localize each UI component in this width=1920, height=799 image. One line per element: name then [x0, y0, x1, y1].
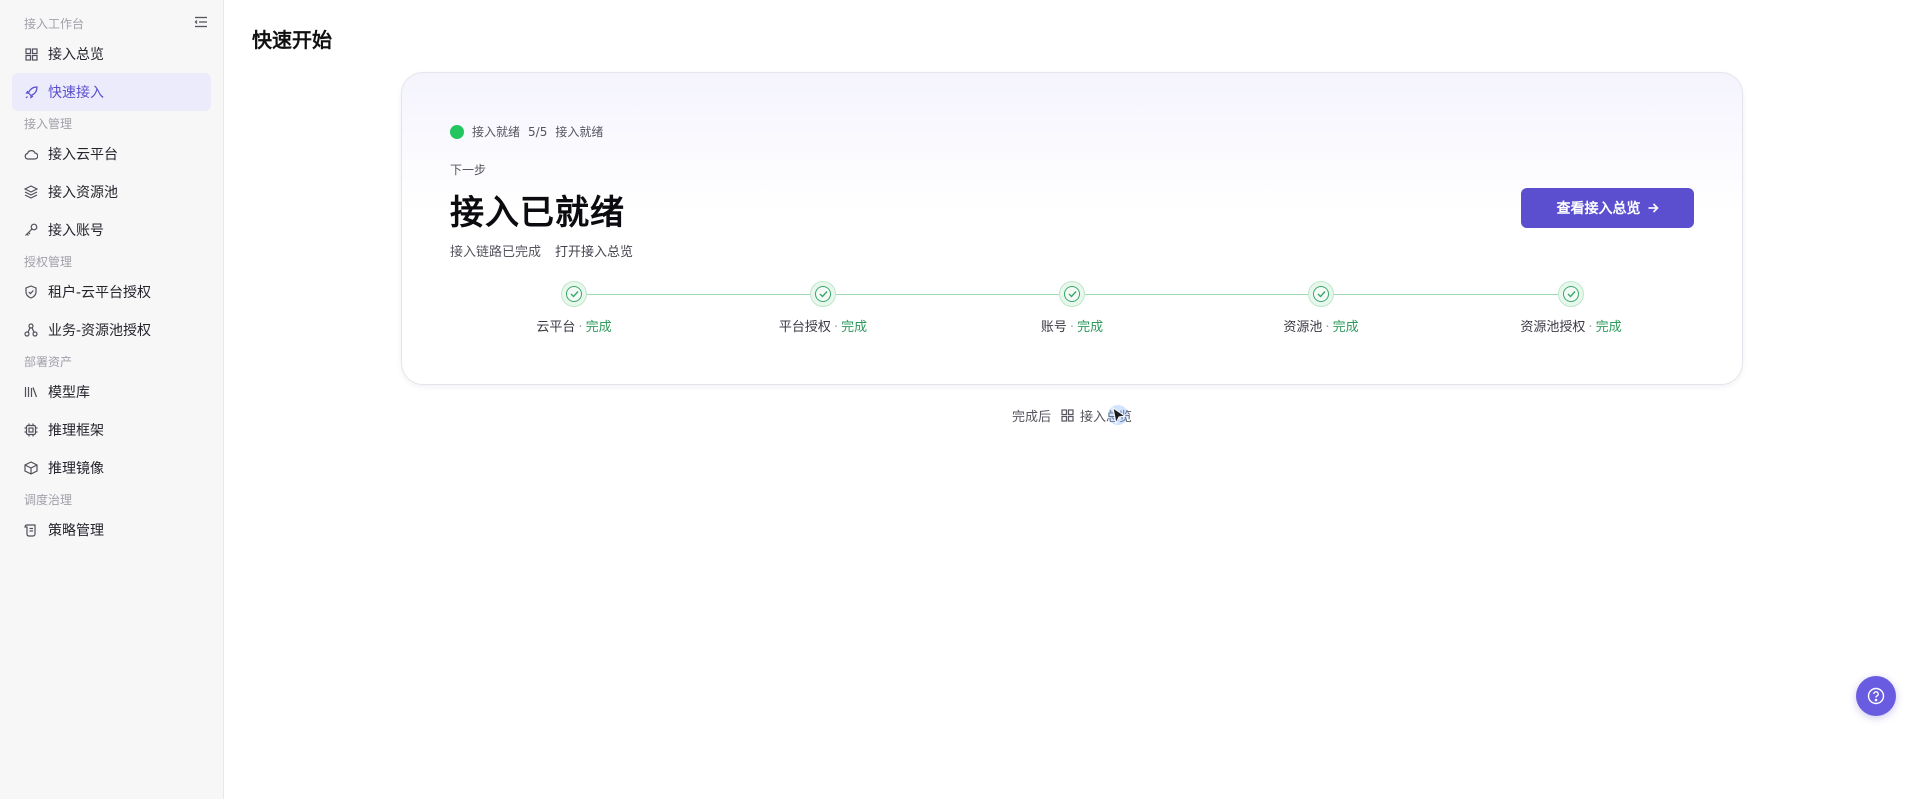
check-icon [1567, 291, 1576, 298]
sidebar-item-quick-access[interactable]: 快速接入 [12, 73, 211, 111]
sidebar-item-account[interactable]: 接入账号 [12, 211, 211, 249]
sidebar-item-model-library[interactable]: 模型库 [12, 373, 211, 411]
step-check [1558, 281, 1584, 307]
step-name: 资源池授权 [1520, 320, 1586, 335]
step-name: 账号 [1040, 320, 1067, 335]
main-content: 快速开始 接入就绪 5/5 接入就绪 下一步 接入已就绪 接入链路已完成 打开接… [224, 0, 1920, 799]
sidebar-item-label: 业务-资源池授权 [48, 323, 152, 339]
step-label: 平台授权 · 完成 [778, 320, 868, 335]
sidebar-item-cloud-platform[interactable]: 接入云平台 [12, 135, 211, 173]
sidebar-item-label: 推理框架 [48, 423, 104, 439]
rocket-icon [24, 85, 38, 99]
open-overview-link[interactable]: 打开接入总览 [555, 241, 633, 260]
shield-icon [24, 285, 38, 299]
step-status: 完成 [1077, 320, 1104, 335]
sidebar-item-tenant-cloud-auth[interactable]: 租户-云平台授权 [12, 273, 211, 311]
step-label: 资源池 · 完成 [1283, 320, 1359, 335]
status-dot [450, 124, 464, 139]
next-step-label: 下一步 [450, 163, 487, 177]
view-overview-button[interactable]: 查看接入总览 [1521, 188, 1694, 228]
status-count: 5/5 [528, 124, 548, 139]
app-root: 接入工作台 接入总览 快速接入 接入管理 接入云平台 接入资源池 接入账号 授权… [0, 0, 1920, 799]
check-icon [1317, 291, 1326, 298]
help-button[interactable] [1856, 676, 1896, 716]
mouse-cursor-icon [1108, 405, 1128, 425]
question-icon [1867, 687, 1885, 705]
grid-icon [24, 47, 38, 61]
step-status: 完成 [841, 320, 868, 335]
sidebar-group-label: 授权管理 [24, 255, 73, 269]
sidebar-item-resource-pool[interactable]: 接入资源池 [12, 173, 211, 211]
sidebar-group-label: 接入工作台 [24, 17, 85, 31]
sidebar-item-overview[interactable]: 接入总览 [12, 35, 211, 73]
step-check [561, 281, 587, 307]
status-text: 接入就绪 [472, 125, 521, 139]
sidebar: 接入工作台 接入总览 快速接入 接入管理 接入云平台 接入资源池 接入账号 授权… [0, 0, 224, 799]
library-icon [24, 385, 38, 399]
step-status: 完成 [1595, 320, 1622, 335]
chip-icon [24, 423, 38, 437]
step-label: 云平台 · 完成 [536, 320, 612, 335]
sidebar-item-label: 快速接入 [48, 85, 104, 101]
sidebar-item-inference-framework[interactable]: 推理框架 [12, 411, 211, 449]
page-title: 快速开始 [252, 28, 332, 52]
step-resource-pool-auth: 资源池授权 · 完成 [1471, 281, 1671, 335]
step-name: 云平台 [536, 320, 576, 335]
sidebar-item-label: 接入云平台 [48, 147, 118, 163]
arrow-right-icon [1648, 203, 1659, 213]
sidebar-item-business-pool-auth[interactable]: 业务-资源池授权 [12, 311, 211, 349]
step-resource-pool: 资源池 · 完成 [1221, 281, 1421, 335]
readiness-card: 接入就绪 5/5 接入就绪 下一步 接入已就绪 接入链路已完成 打开接入总览 查… [401, 72, 1743, 385]
step-status: 完成 [585, 320, 612, 335]
step-account: 账号 · 完成 [972, 281, 1172, 335]
menu-collapse-icon [194, 16, 207, 28]
step-platform-auth: 平台授权 · 完成 [723, 281, 923, 335]
sidebar-group-label: 部署资产 [24, 355, 73, 369]
sidebar-item-policy-management[interactable]: 策略管理 [12, 511, 211, 549]
check-icon [1068, 291, 1077, 298]
sidebar-group-label: 调度治理 [24, 493, 73, 507]
card-subtitle-row: 接入链路已完成 打开接入总览 [450, 241, 633, 260]
sidebar-item-label: 接入资源池 [48, 185, 118, 201]
step-cloud-platform: 云平台 · 完成 [474, 281, 674, 335]
sidebar-item-label: 接入总览 [48, 47, 104, 63]
nodes-icon [24, 323, 38, 337]
layers-icon [24, 185, 38, 199]
after-completion-label: 完成后 [1012, 410, 1052, 425]
step-name: 平台授权 [778, 320, 831, 335]
step-check [1059, 281, 1085, 307]
status-row: 接入就绪 5/5 接入就绪 [450, 123, 603, 140]
step-check [810, 281, 836, 307]
progress-steps: 云平台 · 完成 平台授权 · 完成 账号 · 完成 资源池 · 完成 资源池授… [450, 281, 1696, 341]
sidebar-item-label: 模型库 [48, 385, 90, 401]
sidebar-item-label: 推理镜像 [48, 461, 104, 477]
status-suffix: 接入就绪 [555, 125, 604, 139]
sidebar-item-label: 接入账号 [48, 223, 104, 239]
step-name: 资源池 [1283, 320, 1323, 335]
card-headline: 接入已就绪 [450, 193, 625, 233]
sidebar-group-label: 接入管理 [24, 117, 73, 131]
view-overview-button-label: 查看接入总览 [1556, 201, 1641, 217]
key-icon [24, 223, 38, 237]
cloud-icon [24, 147, 38, 161]
sidebar-item-label: 租户-云平台授权 [48, 285, 152, 301]
check-icon [570, 291, 579, 298]
step-label: 账号 · 完成 [1040, 320, 1104, 335]
grid-icon [1061, 409, 1074, 422]
sidebar-collapse-button[interactable] [192, 13, 210, 31]
box-icon [24, 461, 38, 475]
card-subtitle: 接入链路已完成 [450, 245, 542, 260]
step-status: 完成 [1332, 320, 1359, 335]
scroll-icon [24, 523, 38, 537]
sidebar-item-inference-image[interactable]: 推理镜像 [12, 449, 211, 487]
step-check [1308, 281, 1334, 307]
check-icon [819, 291, 828, 298]
step-label: 资源池授权 · 完成 [1520, 320, 1622, 335]
sidebar-item-label: 策略管理 [48, 523, 104, 539]
